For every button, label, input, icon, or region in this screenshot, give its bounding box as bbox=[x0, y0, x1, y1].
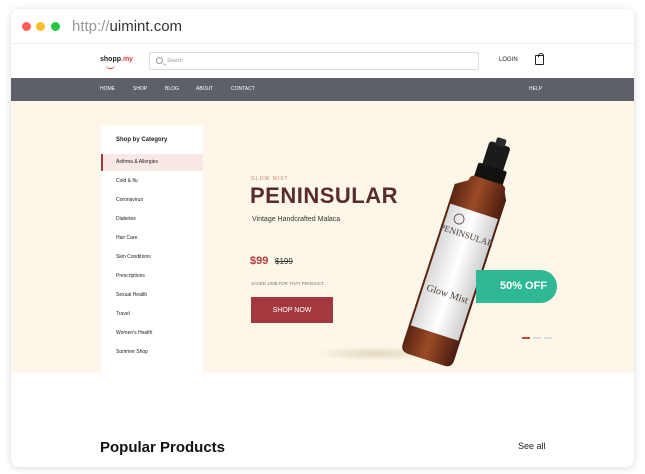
main-nav: HOME SHOP BLOG ABOUT CONTACT HELP bbox=[11, 78, 634, 101]
discount-badge: 50% OFF bbox=[476, 270, 557, 303]
hero-headline: PENINSULAR bbox=[250, 183, 399, 208]
search-icon bbox=[156, 57, 163, 64]
browser-window: http://uimint.com shopp.my LOGIN HOME SH… bbox=[11, 9, 634, 467]
carousel-dot[interactable] bbox=[533, 337, 541, 339]
site-logo[interactable]: shopp.my bbox=[100, 56, 134, 69]
category-item[interactable]: Cold & flu bbox=[101, 173, 203, 190]
category-item[interactable]: Women's Health bbox=[101, 325, 203, 342]
carousel-dot-active[interactable] bbox=[522, 337, 530, 339]
logo-suffix: .my bbox=[121, 56, 134, 63]
logo-smile-icon bbox=[106, 65, 115, 69]
see-all-link[interactable]: See all bbox=[518, 441, 546, 451]
site-header: shopp.my LOGIN bbox=[11, 43, 634, 78]
category-item[interactable]: Summer Shop bbox=[101, 344, 203, 361]
hero-subline: Vintage Handcrafted Malaca bbox=[252, 216, 341, 223]
nav-help[interactable]: HELP bbox=[529, 86, 542, 92]
sidebar-title: Shop by Category bbox=[116, 137, 168, 143]
category-item[interactable]: Prescriptions bbox=[101, 268, 203, 285]
url-domain: uimint.com bbox=[109, 18, 183, 35]
category-item[interactable]: Coronavirus bbox=[101, 192, 203, 209]
hero-old-price: $199 bbox=[275, 257, 293, 266]
category-item[interactable]: Diabetes bbox=[101, 211, 203, 228]
cart-icon[interactable] bbox=[535, 53, 544, 65]
hero-banner: Shop by Category Asthma & Allergies Cold… bbox=[11, 101, 634, 373]
shop-now-button[interactable]: SHOP NOW bbox=[251, 297, 333, 323]
nav-shop[interactable]: SHOP bbox=[133, 86, 147, 92]
category-sidebar: Shop by Category Asthma & Allergies Cold… bbox=[101, 126, 203, 373]
category-item[interactable]: Sexual Health bbox=[101, 287, 203, 304]
hero-saved-text: SAVED 100$ FOR THAT PRODUCT bbox=[251, 281, 324, 286]
nav-about[interactable]: ABOUT bbox=[196, 86, 213, 92]
close-window-dot[interactable] bbox=[22, 22, 31, 31]
carousel-dot[interactable] bbox=[544, 337, 552, 339]
address-bar[interactable]: http://uimint.com bbox=[72, 18, 182, 35]
browser-chrome: http://uimint.com bbox=[11, 9, 634, 43]
category-item[interactable]: Travel bbox=[101, 306, 203, 323]
login-link[interactable]: LOGIN bbox=[499, 57, 518, 63]
category-item[interactable]: Hair Care bbox=[101, 230, 203, 247]
nav-contact[interactable]: CONTACT bbox=[231, 86, 255, 92]
hero-price: $99 bbox=[250, 255, 269, 267]
minimize-window-dot[interactable] bbox=[36, 22, 45, 31]
search-input[interactable] bbox=[167, 55, 467, 67]
url-protocol: http:// bbox=[72, 18, 110, 35]
nav-home[interactable]: HOME bbox=[100, 86, 115, 92]
nav-blog[interactable]: BLOG bbox=[165, 86, 179, 92]
hero-tagline: GLOW MIST bbox=[251, 176, 289, 182]
search-box[interactable] bbox=[149, 52, 479, 70]
category-item[interactable]: Skin Conditions bbox=[101, 249, 203, 266]
logo-name: shopp bbox=[100, 56, 121, 63]
popular-products-title: Popular Products bbox=[100, 439, 226, 456]
product-bottle-image: PENINSULAR Glow Mist bbox=[402, 137, 510, 367]
maximize-window-dot[interactable] bbox=[51, 22, 60, 31]
category-item[interactable]: Asthma & Allergies bbox=[101, 154, 203, 171]
